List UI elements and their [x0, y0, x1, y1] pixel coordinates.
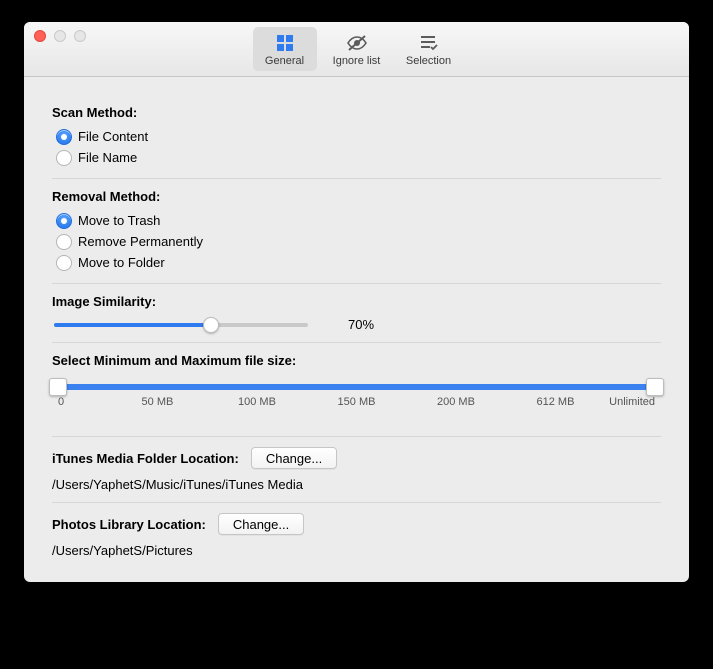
checklist-icon	[397, 32, 461, 54]
radio-label: Move to Trash	[78, 213, 160, 228]
itunes-change-button[interactable]: Change...	[251, 447, 337, 469]
similarity-slider-thumb[interactable]	[203, 317, 219, 333]
radio-label: Remove Permanently	[78, 234, 203, 249]
similarity-value: 70%	[348, 317, 374, 332]
scan-method-title: Scan Method:	[52, 105, 661, 120]
toolbar: General Ignore list Selection	[253, 27, 461, 71]
photos-path: /Users/YaphetS/Pictures	[52, 543, 661, 558]
titlebar: General Ignore list Selection	[24, 22, 689, 77]
radio-button-icon	[56, 150, 72, 166]
divider	[52, 502, 661, 503]
eye-off-icon	[325, 32, 389, 54]
removal-method-title: Removal Method:	[52, 189, 661, 204]
preferences-window: General Ignore list Selection Scan Metho…	[24, 22, 689, 582]
content: Scan Method: File Content File Name Remov…	[24, 77, 689, 582]
radio-file-content[interactable]: File Content	[56, 126, 661, 147]
radio-button-icon	[56, 255, 72, 271]
itunes-path: /Users/YaphetS/Music/iTunes/iTunes Media	[52, 477, 661, 492]
removal-method-group: Move to Trash Remove Permanently Move to F…	[56, 210, 661, 273]
radio-move-to-trash[interactable]: Move to Trash	[56, 210, 661, 231]
radio-label: File Content	[78, 129, 148, 144]
itunes-row: iTunes Media Folder Location: Change...	[52, 447, 661, 469]
filesize-tick: 0	[58, 396, 64, 408]
filesize-ticks: 0 50 MB 100 MB 150 MB 200 MB 612 MB Unlimited	[58, 396, 655, 414]
radio-remove-permanently[interactable]: Remove Permanently	[56, 231, 661, 252]
tab-selection-label: Selection	[397, 55, 461, 67]
radio-label: Move to Folder	[78, 255, 165, 270]
similarity-title: Image Similarity:	[52, 294, 661, 309]
tab-selection[interactable]: Selection	[397, 27, 461, 71]
minimize-icon[interactable]	[54, 30, 66, 42]
filesize-tick: Unlimited	[609, 396, 655, 408]
filesize-tick: 150 MB	[338, 396, 376, 408]
radio-button-icon	[56, 129, 72, 145]
radio-file-name[interactable]: File Name	[56, 147, 661, 168]
itunes-title: iTunes Media Folder Location:	[52, 451, 239, 466]
divider	[52, 436, 661, 437]
divider	[52, 178, 661, 179]
filesize-tick: 100 MB	[238, 396, 276, 408]
radio-move-to-folder[interactable]: Move to Folder	[56, 252, 661, 273]
similarity-row: 70%	[54, 317, 661, 332]
filesize-title: Select Minimum and Maximum file size:	[52, 353, 661, 368]
radio-label: File Name	[78, 150, 137, 165]
similarity-slider[interactable]	[54, 323, 308, 327]
scan-method-group: File Content File Name	[56, 126, 661, 168]
tab-ignore-label: Ignore list	[325, 55, 389, 67]
grid-icon	[253, 32, 317, 54]
window-controls	[34, 30, 86, 42]
photos-change-button[interactable]: Change...	[218, 513, 304, 535]
tab-general[interactable]: General	[253, 27, 317, 71]
tab-general-label: General	[253, 55, 317, 67]
filesize-min-thumb[interactable]	[49, 378, 67, 396]
radio-button-icon	[56, 213, 72, 229]
photos-row: Photos Library Location: Change...	[52, 513, 661, 535]
tab-ignore-list[interactable]: Ignore list	[325, 27, 389, 71]
filesize-tick: 200 MB	[437, 396, 475, 408]
divider	[52, 283, 661, 284]
filesize-max-thumb[interactable]	[646, 378, 664, 396]
filesize-slider[interactable]	[58, 384, 655, 390]
radio-button-icon	[56, 234, 72, 250]
filesize-tick: 612 MB	[537, 396, 575, 408]
close-icon[interactable]	[34, 30, 46, 42]
photos-title: Photos Library Location:	[52, 517, 206, 532]
divider	[52, 342, 661, 343]
zoom-icon[interactable]	[74, 30, 86, 42]
filesize-tick: 50 MB	[142, 396, 174, 408]
